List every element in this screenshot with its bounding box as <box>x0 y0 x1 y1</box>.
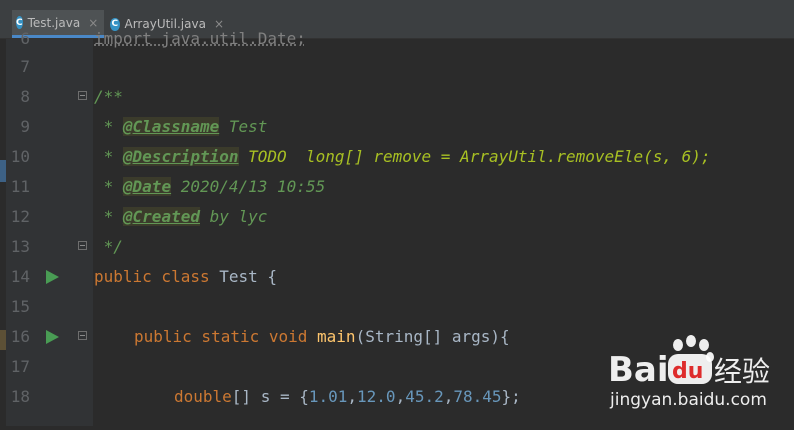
doc-star: * <box>94 177 123 196</box>
doc-text: Test <box>219 117 268 136</box>
line-number: 14 <box>10 267 30 286</box>
code-line: 13 */ <box>0 232 794 262</box>
line-number: 13 <box>10 237 30 256</box>
line-number: 8 <box>20 87 30 106</box>
fold-toggle-icon[interactable] <box>78 331 87 340</box>
code-text: import java.util.Date; <box>94 29 306 48</box>
keyword: double <box>174 387 232 406</box>
keyword: public static void <box>134 327 308 346</box>
svg-text:经验: 经验 <box>714 355 770 388</box>
keyword: public class <box>94 267 210 286</box>
number-literal: 45.2 <box>405 387 444 406</box>
svg-text:du: du <box>672 359 703 384</box>
fold-toggle-icon[interactable] <box>78 91 87 100</box>
code-text: [] s = { <box>231 387 309 406</box>
number-literal: 78.45 <box>453 387 502 406</box>
line-number: 7 <box>20 57 30 76</box>
code-line: 12 * @Created by lyc <box>0 202 794 232</box>
line-number: 15 <box>10 297 30 316</box>
code-text: */ <box>94 237 123 256</box>
fold-toggle-icon[interactable] <box>78 241 87 250</box>
doc-star: * <box>94 207 123 226</box>
code-line: 11 * @Date 2020/4/13 10:55 <box>0 172 794 202</box>
code-line: 8 /** <box>0 82 794 112</box>
code-line: 6 import java.util.Date; <box>0 24 794 54</box>
baidu-logo-icon: Bai du 经验 jingyan.baidu.com <box>608 335 770 410</box>
code-text: Test { <box>209 267 278 286</box>
doc-star: * <box>94 147 123 166</box>
line-number: 16 <box>10 327 30 346</box>
code-line: 9 * @Classname Test <box>0 112 794 142</box>
number-literal: 12.0 <box>357 387 396 406</box>
code-line: 14 public class Test { <box>0 262 794 292</box>
line-number: 6 <box>20 29 30 48</box>
code-line: 7 <box>0 52 794 82</box>
code-text: (String[] args){ <box>355 327 510 346</box>
doc-text: by lyc <box>199 207 268 226</box>
doc-text: 2020/4/13 10:55 <box>171 177 326 196</box>
line-number: 17 <box>10 357 30 376</box>
line-number: 12 <box>10 207 30 226</box>
javadoc-tag: @Date <box>122 177 172 196</box>
code-text: }; <box>501 387 521 406</box>
run-icon[interactable] <box>46 330 59 344</box>
line-number: 18 <box>10 387 30 406</box>
line-number: 11 <box>10 177 30 196</box>
line-number: 10 <box>10 147 30 166</box>
todo-text: TODO long[] remove = ArrayUtil.removeEle… <box>238 147 711 166</box>
javadoc-tag: @Description <box>122 147 239 166</box>
javadoc-tag: @Created <box>122 207 200 226</box>
code-text: /** <box>94 87 123 106</box>
number-literal: 1.01 <box>308 387 348 406</box>
svg-text:jingyan.baidu.com: jingyan.baidu.com <box>609 390 767 410</box>
run-icon[interactable] <box>46 270 59 284</box>
code-line: 15 <box>0 292 794 322</box>
doc-star: * <box>94 117 123 136</box>
code-line: 10 * @Description TODO long[] remove = A… <box>0 142 794 172</box>
javadoc-tag: @Classname <box>122 117 220 136</box>
method-name: main <box>317 327 356 346</box>
baidu-jingyan-watermark: Bai du 经验 jingyan.baidu.com <box>608 335 794 426</box>
line-number: 9 <box>20 117 30 136</box>
svg-text:Bai: Bai <box>608 350 669 390</box>
